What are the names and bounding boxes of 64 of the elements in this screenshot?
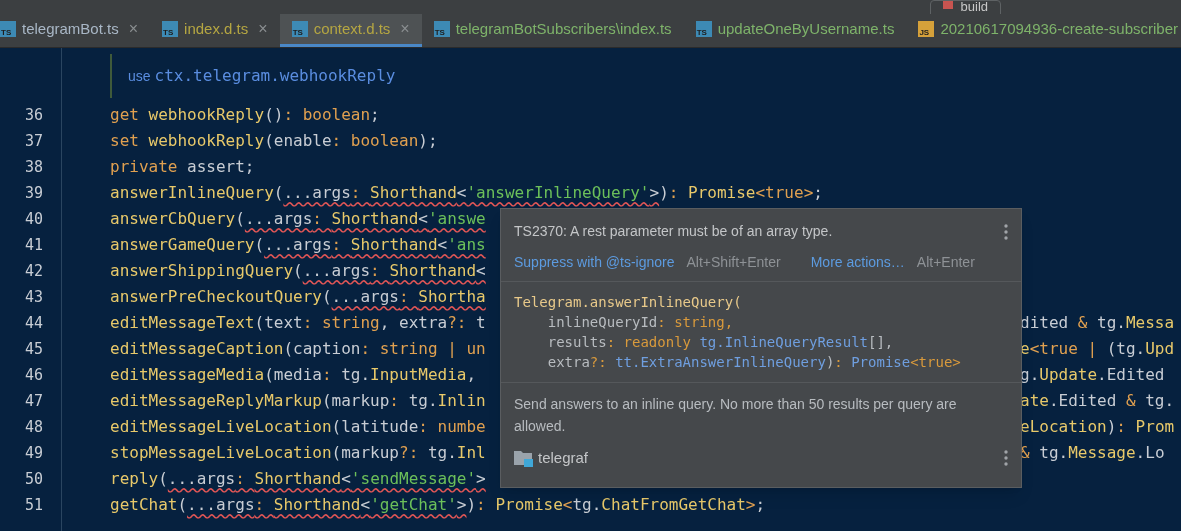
line-number: 40 — [24, 209, 43, 230]
file-type-icon: JS — [918, 21, 935, 37]
action-link[interactable]: More actions… — [810, 252, 905, 273]
line-number: 45 — [24, 339, 43, 360]
file-type-icon: TS — [291, 21, 308, 37]
shortcut-text: Alt+Shift+Enter — [686, 253, 781, 272]
file-type-icon: TS — [0, 21, 16, 37]
line-number: 41 — [24, 235, 43, 256]
line-number: 37 — [24, 131, 43, 152]
line-number: 36 — [24, 105, 43, 126]
editor-tab[interactable]: TS updateOneByUsername.ts — [683, 14, 907, 47]
file-type-icon: TS — [695, 21, 712, 37]
code-text: dited & tg.Messa — [1020, 312, 1175, 334]
code-text: editMessageReplyMarkup(markup: tg.Inlin — [110, 390, 486, 412]
code-text: answerShippingQuery(...args: Shorthand< — [110, 260, 486, 282]
code-text: getChat(...args: Shorthand<'getChat'>): Promise<tg.ChatFromGetChat>; — [110, 494, 766, 516]
line-number: 43 — [24, 287, 43, 308]
code-text: editMessageLiveLocation(latitude: numbe — [110, 416, 486, 438]
more-options-icon[interactable] — [1004, 223, 1008, 240]
doc-text: use — [128, 66, 151, 86]
code-text: editMessageMedia(media: tg.InputMedia, — [110, 364, 477, 386]
code-text: editMessageText(text: string, extra?: t — [110, 312, 486, 334]
library-name: telegraf — [538, 448, 589, 468]
code-text: reply(...args: Shorthand<'sendMessage'> — [110, 468, 486, 490]
line-number: 44 — [24, 313, 43, 334]
error-message: TS2370: A rest parameter must be of an array type. — [514, 222, 833, 241]
line-number: 49 — [24, 443, 43, 464]
line-number: 51 — [24, 495, 43, 516]
editor-tab[interactable]: TS index.d.ts × — [150, 14, 280, 47]
code-text: stopMessageLiveLocation(markup?: tg.Inl — [110, 442, 486, 464]
doc-code-link[interactable]: ctx.telegram.webhookReply — [154, 64, 396, 88]
close-icon[interactable]: × — [128, 17, 139, 41]
editor-tab[interactable]: TS context.d.ts × — [279, 14, 422, 47]
signature-code: Telegram.answerInlineQuery( inlineQueryId: string, results: readonly tg.InlineQueryResult[], extra?: tt.ExtraAnswerInlineQuery): Promise<true> — [501, 282, 1021, 383]
code-text: private assert; — [110, 156, 255, 178]
close-icon[interactable]: × — [258, 17, 268, 41]
close-icon[interactable]: × — [400, 17, 410, 41]
code-text: answerPreCheckoutQuery(...args: Shortha — [110, 286, 486, 308]
editor-tab[interactable]: TS telegramBot.ts × — [0, 14, 151, 47]
more-options-icon[interactable] — [1004, 450, 1008, 467]
stop-icon — [942, 1, 953, 9]
file-type-icon: TS — [433, 21, 450, 37]
line-number: 39 — [24, 183, 43, 204]
line-number: 48 — [24, 417, 43, 438]
code-text: answerCbQuery(...args: Shorthand<'answe — [110, 208, 486, 230]
line-number: 50 — [24, 469, 43, 490]
code-text: ate.Edited & tg. — [1020, 390, 1175, 412]
line-number: 47 — [24, 391, 43, 412]
editor-tab[interactable]: JS 20210617094936-create-subscriber — [906, 14, 1181, 47]
line-number: 42 — [24, 261, 43, 282]
action-link[interactable]: Suppress with @ts-ignore — [514, 252, 675, 273]
description-text: Send answers to an inline query. No more than 50 results per query are allowed. — [514, 395, 958, 436]
code-text: get webhookReply(): boolean; — [110, 104, 380, 126]
code-text: answerGameQuery(...args: Shorthand<'ans — [110, 234, 486, 256]
code-text: set webhookReply(enable: boolean); — [110, 130, 438, 152]
folder-icon — [514, 449, 534, 468]
code-text: editMessageCaption(caption: string | un — [110, 338, 486, 360]
editor-tab[interactable]: TS telegramBotSubscribers\index.ts — [421, 14, 684, 47]
file-type-icon: TS — [162, 21, 179, 37]
line-number: 46 — [24, 365, 43, 386]
shortcut-text: Alt+Enter — [916, 253, 975, 272]
line-number: 38 — [24, 157, 43, 178]
code-text: answerInlineQuery(...args: Shorthand<'answerInlineQuery'>): Promise<true>; — [110, 182, 823, 204]
code-text: eLocation): Prom — [1020, 416, 1175, 438]
